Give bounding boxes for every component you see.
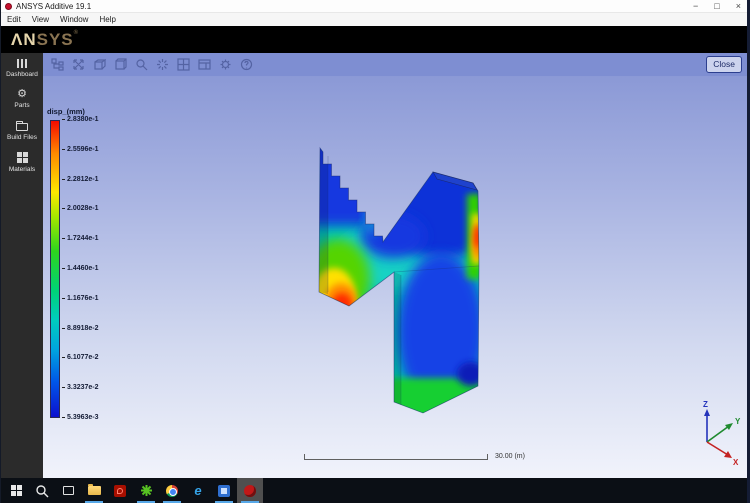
menu-view[interactable]: View — [32, 15, 49, 24]
blue-app-icon — [218, 484, 230, 497]
axis-triad: Z Y X — [703, 400, 741, 467]
ansys-additive-window: ANSYS Additive 19.1 − □ × Edit View Wind… — [0, 0, 750, 503]
legend-label: 2.2812e-1 — [62, 176, 99, 184]
acrobat-icon — [114, 484, 126, 497]
close-view-button[interactable]: Close — [706, 56, 742, 73]
sidebar-item-parts[interactable]: ⚙ Parts — [1, 83, 43, 114]
ansys-additive-icon — [244, 484, 256, 497]
grid-layout-icon[interactable] — [175, 57, 192, 73]
scale-bar-label: 30.00 (m) — [495, 453, 525, 460]
task-view-icon — [62, 486, 74, 495]
legend-label: 2.0028e-1 — [62, 205, 99, 213]
acrobat-button[interactable] — [107, 478, 133, 503]
taskbar-search-button[interactable] — [29, 478, 55, 503]
sidebar: Dashboard ⚙ Parts Build Files Materials — [1, 53, 43, 478]
minimize-button[interactable]: − — [693, 2, 698, 11]
bounding-box-icon[interactable] — [112, 57, 129, 73]
maximize-button[interactable]: □ — [714, 2, 719, 11]
file-explorer-icon — [87, 484, 101, 495]
windows-taskbar: e — [1, 478, 747, 503]
start-button[interactable] — [3, 478, 29, 503]
chrome-icon — [166, 484, 178, 497]
folder-icon — [16, 121, 28, 131]
legend-label: 1.1676e-1 — [62, 295, 99, 303]
refresh-view-icon[interactable] — [154, 57, 171, 73]
brand-bar: ΛNSYS® — [1, 26, 747, 53]
sidebar-item-build-files[interactable]: Build Files — [1, 114, 43, 146]
internet-explorer-button[interactable]: e — [185, 478, 211, 503]
sidebar-item-materials[interactable]: Materials — [1, 146, 43, 178]
ansys-logo: ΛNSYS® — [11, 29, 80, 49]
menu-edit[interactable]: Edit — [7, 15, 21, 24]
task-view-button[interactable] — [55, 478, 81, 503]
close-window-button[interactable]: × — [736, 2, 741, 11]
menu-bar: Edit View Window Help — [1, 13, 747, 26]
contour-model — [318, 146, 480, 414]
window-layout-icon[interactable] — [196, 57, 213, 73]
axis-z-label: Z — [703, 400, 708, 409]
gear-icon: ⚙ — [17, 88, 27, 100]
legend-label: 5.3963e-3 — [62, 414, 99, 422]
scale-bar — [304, 454, 488, 460]
sidebar-item-dashboard[interactable]: Dashboard — [1, 53, 43, 83]
legend-label: 3.3237e-2 — [62, 384, 99, 392]
settings-icon[interactable] — [217, 57, 234, 73]
legend-label: 8.8918e-2 — [62, 325, 99, 333]
ansys-additive-taskbar-button[interactable] — [237, 478, 263, 503]
zoom-icon[interactable] — [133, 57, 150, 73]
window-title: ANSYS Additive 19.1 — [16, 1, 92, 11]
model-tree-icon[interactable] — [49, 57, 66, 73]
legend-label: 6.1077e-2 — [62, 354, 99, 362]
help-icon[interactable] — [238, 57, 255, 73]
legend-title: disp_(mm) — [47, 107, 85, 116]
green-app-button[interactable] — [133, 478, 159, 503]
search-icon — [36, 484, 49, 497]
green-app-icon — [140, 485, 152, 496]
axis-x-label: X — [733, 458, 739, 467]
internet-explorer-icon: e — [194, 482, 202, 498]
menu-help[interactable]: Help — [99, 15, 115, 24]
legend-label: 2.8380e-1 — [62, 116, 99, 124]
axis-y-label: Y — [735, 417, 741, 426]
windows-logo-icon — [10, 485, 22, 496]
chrome-button[interactable] — [159, 478, 185, 503]
grid-icon — [16, 152, 28, 163]
columns-icon — [16, 59, 28, 68]
legend-label: 1.4460e-1 — [62, 265, 99, 273]
legend-label: 2.5596e-1 — [62, 146, 99, 154]
blue-app-button[interactable] — [211, 478, 237, 503]
menu-window[interactable]: Window — [60, 15, 88, 24]
title-bar: ANSYS Additive 19.1 − □ × — [1, 0, 747, 13]
legend-colorbar — [50, 120, 60, 418]
file-explorer-button[interactable] — [81, 478, 107, 503]
legend-label: 1.7244e-1 — [62, 235, 99, 243]
fit-view-icon[interactable] — [70, 57, 87, 73]
result-viewport[interactable]: disp_(mm) 2.8380e-1 2.5596e-1 2.2812e-1 … — [43, 76, 747, 478]
isometric-view-icon[interactable] — [91, 57, 108, 73]
viewer-toolbar: Close — [43, 53, 747, 76]
app-icon — [5, 2, 12, 10]
